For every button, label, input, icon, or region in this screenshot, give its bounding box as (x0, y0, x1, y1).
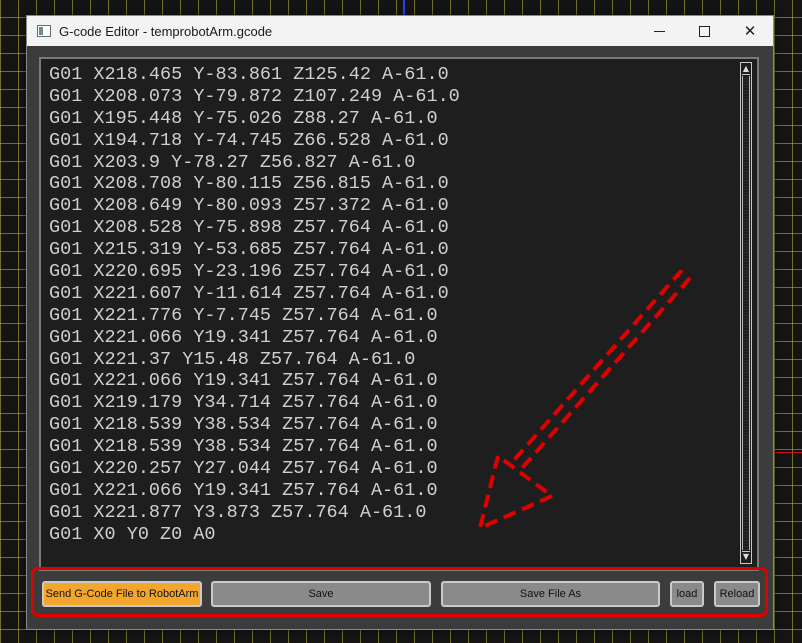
vertical-scrollbar[interactable]: ▲ ▼ (740, 62, 752, 564)
close-button[interactable]: ✕ (727, 16, 773, 46)
code-line: G01 X218.539 Y38.534 Z57.764 A-61.0 (49, 436, 438, 458)
code-line: G01 X220.695 Y-23.196 Z57.764 A-61.0 (49, 261, 449, 283)
minimize-icon (653, 30, 665, 32)
window-title: G-code Editor - temprobotArm.gcode (59, 23, 273, 39)
save-file-as-button[interactable]: Save File As (441, 581, 660, 607)
gcode-text-editor[interactable]: G01 X218.465 Y-83.861 Z125.42 A-61.0 G01 … (39, 57, 759, 571)
save-button[interactable]: Save (211, 581, 431, 607)
load-button[interactable]: load (670, 581, 704, 607)
send-to-robotarm-button[interactable]: Send G-Code File to RobotArm (42, 581, 202, 607)
scroll-thumb[interactable] (742, 76, 750, 550)
minimize-button[interactable] (636, 16, 682, 46)
code-line: G01 X221.066 Y19.341 Z57.764 A-61.0 (49, 326, 438, 348)
code-line: G01 X221.877 Y3.873 Z57.764 A-61.0 (49, 501, 427, 523)
maximize-icon (698, 25, 710, 37)
code-line: G01 X203.9 Y-78.27 Z56.827 A-61.0 (49, 151, 416, 173)
code-line: G01 X208.708 Y-80.115 Z56.815 A-61.0 (49, 173, 449, 195)
code-line: G01 X221.776 Y-7.745 Z57.764 A-61.0 (49, 304, 438, 326)
title-bar[interactable]: G-code Editor - temprobotArm.gcode ✕ (27, 16, 773, 46)
app-icon (37, 25, 51, 37)
gcode-editor-window: G-code Editor - temprobotArm.gcode ✕ G01… (26, 15, 774, 630)
code-line: G01 X208.073 Y-79.872 Z107.249 A-61.0 (49, 85, 460, 107)
code-line: G01 X208.528 Y-75.898 Z57.764 A-61.0 (49, 217, 449, 239)
maximize-button[interactable] (681, 16, 727, 46)
code-line: G01 X221.066 Y19.341 Z57.764 A-61.0 (49, 370, 438, 392)
code-line: G01 X218.539 Y38.534 Z57.764 A-61.0 (49, 414, 438, 436)
reload-button[interactable]: Reload (714, 581, 760, 607)
code-area[interactable]: G01 X218.465 Y-83.861 Z125.42 A-61.0 G01 … (49, 64, 739, 564)
code-line: G01 X221.066 Y19.341 Z57.764 A-61.0 (49, 479, 438, 501)
action-button-bar: Send G-Code File to RobotArm Save Save F… (31, 567, 768, 617)
code-line: G01 X0 Y0 Z0 A0 (49, 523, 216, 545)
viewport-axis-line-blue (403, 0, 405, 16)
viewport-axis-line-red (773, 452, 802, 453)
code-line: G01 X220.257 Y27.044 Z57.764 A-61.0 (49, 458, 438, 480)
code-line: G01 X221.607 Y-11.614 Z57.764 A-61.0 (49, 282, 449, 304)
code-line: G01 X195.448 Y-75.026 Z88.27 A-61.0 (49, 107, 438, 129)
code-line: G01 X218.465 Y-83.861 Z125.42 A-61.0 (49, 64, 449, 85)
scroll-up-arrow-icon[interactable]: ▲ (742, 64, 750, 75)
code-line: G01 X215.319 Y-53.685 Z57.764 A-61.0 (49, 239, 449, 261)
scroll-down-arrow-icon[interactable]: ▼ (742, 551, 750, 562)
close-icon: ✕ (743, 22, 757, 40)
code-line: G01 X194.718 Y-74.745 Z66.528 A-61.0 (49, 129, 449, 151)
code-line: G01 X208.649 Y-80.093 Z57.372 A-61.0 (49, 195, 449, 217)
code-line: G01 X221.37 Y15.48 Z57.764 A-61.0 (49, 348, 416, 370)
code-line: G01 X219.179 Y34.714 Z57.764 A-61.0 (49, 392, 438, 414)
